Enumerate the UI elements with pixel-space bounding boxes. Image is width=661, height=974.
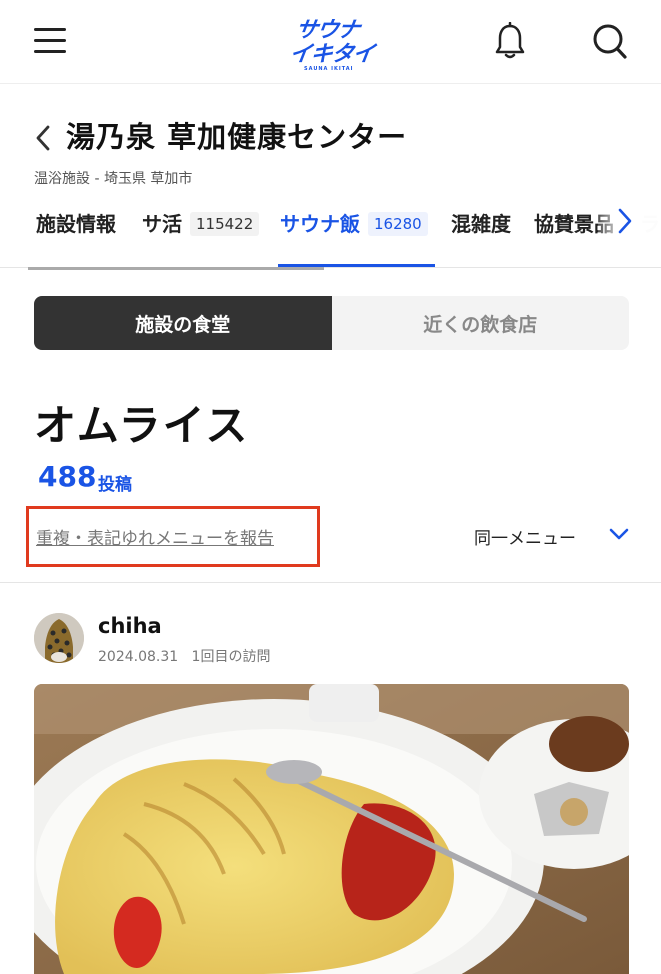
tab-facility-info[interactable]: 施設情報 — [36, 208, 116, 267]
tab-label: 混雑度 — [451, 212, 511, 236]
chevron-down-icon[interactable] — [608, 524, 630, 544]
tab-sakatsu[interactable]: サ活 115422 — [142, 208, 260, 267]
dining-segment-control: 施設の食堂 近くの飲食店 — [34, 296, 629, 350]
post-date: 2024.08.31 — [98, 649, 179, 665]
tab-sauna-meshi[interactable]: サウナ飯 16280 — [280, 208, 428, 267]
tab-congestion[interactable]: 混雑度 — [451, 208, 511, 267]
post-visit-count: 1回目の訪問 — [191, 649, 271, 665]
search-icon[interactable] — [592, 22, 628, 60]
tab-label: サ活 — [142, 212, 182, 236]
tab-label: 施設情報 — [36, 212, 116, 236]
section-divider — [0, 582, 661, 583]
same-menu-dropdown[interactable]: 同一メニュー — [474, 524, 576, 549]
segment-facility-dining[interactable]: 施設の食堂 — [34, 296, 332, 350]
tab-label: サウナ飯 — [280, 212, 360, 236]
tab-count-badge: 16280 — [368, 212, 428, 236]
post-meta: 2024.08.31 1回目の訪問 — [98, 646, 270, 666]
facility-title: 湯乃泉 草加健康センター — [66, 120, 408, 154]
tab-count-badge: 115422 — [190, 212, 260, 236]
segment-nearby-restaurants[interactable]: 近くの飲食店 — [332, 296, 630, 350]
report-duplicate-menu-link[interactable]: 重複・表記ゆれメニューを報告 — [36, 524, 274, 549]
menu-title: オムライス — [34, 401, 250, 450]
chevron-right-icon[interactable] — [614, 206, 636, 236]
post-username[interactable]: chiha — [98, 614, 162, 638]
post-photo[interactable] — [34, 684, 629, 974]
avatar[interactable] — [34, 613, 84, 663]
omurice-photo — [34, 684, 629, 974]
facility-tabs: 施設情報 サ活 115422 サウナ飯 16280 混雑度 協賛景品 ラ — [0, 200, 661, 268]
post-count: 488 — [38, 460, 97, 493]
logo-subtext: SAUNA IKITAI — [304, 66, 354, 72]
logo-text-line2: イキタイ — [287, 42, 376, 67]
hamburger-menu-icon[interactable] — [34, 26, 66, 56]
app-header: サウナ イキタイ SAUNA IKITAI — [0, 0, 661, 84]
facility-category: 温浴施設 - 埼玉県 草加市 — [34, 171, 193, 187]
post-count-unit: 投稿 — [98, 475, 132, 495]
avatar-image — [34, 613, 84, 663]
back-chevron-icon[interactable] — [34, 124, 52, 152]
tabs-scrollbar[interactable] — [28, 267, 324, 270]
sauna-ikitai-logo[interactable]: サウナ イキタイ SAUNA IKITAI — [286, 10, 386, 76]
bell-icon[interactable] — [494, 22, 526, 60]
